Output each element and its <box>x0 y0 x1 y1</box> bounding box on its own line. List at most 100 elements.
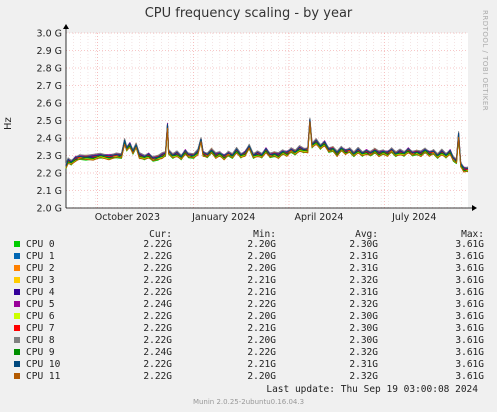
legend-series-name: CPU 0 <box>26 239 55 250</box>
legend-series-name: CPU 4 <box>26 287 55 298</box>
legend-max-value: 3.61G <box>455 347 484 358</box>
legend-max-value: 3.61G <box>455 299 484 310</box>
y-tick-label: 2.1 G <box>37 186 63 197</box>
legend-avg-value: 2.31G <box>349 263 378 274</box>
legend-row: CPU 9 2.24G 2.22G 2.32G 3.61G <box>0 347 497 359</box>
legend-avg-value: 2.32G <box>349 275 378 286</box>
legend-swatch <box>14 289 20 295</box>
legend-cur-value: 2.22G <box>143 323 172 334</box>
legend-swatch <box>14 241 20 247</box>
legend-max-value: 3.61G <box>455 311 484 322</box>
legend-avg-value: 2.32G <box>349 347 378 358</box>
legend-min-value: 2.20G <box>247 335 276 346</box>
legend-series-name: CPU 8 <box>26 335 55 346</box>
legend-avg-value: 2.32G <box>349 299 378 310</box>
x-tick-label: July 2024 <box>391 212 436 223</box>
legend-cur-value: 2.22G <box>143 359 172 370</box>
legend-series-name: CPU 7 <box>26 323 55 334</box>
y-tick-label: 2.3 G <box>37 151 63 162</box>
legend-max-value: 3.61G <box>455 275 484 286</box>
legend-avg-value: 2.31G <box>349 359 378 370</box>
legend-row: CPU 1 2.22G 2.20G 2.31G 3.61G <box>0 251 497 263</box>
legend-series-name: CPU 1 <box>26 251 55 262</box>
last-update-label: Last update: <box>266 384 335 395</box>
legend-min-value: 2.21G <box>247 287 276 298</box>
legend-cur-value: 2.24G <box>143 347 172 358</box>
legend-min-value: 2.20G <box>247 311 276 322</box>
legend-cur-value: 2.22G <box>143 335 172 346</box>
y-tick-label: 3.0 G <box>37 29 63 40</box>
legend-min-value: 2.22G <box>247 299 276 310</box>
y-tick-label: 2.8 G <box>37 64 63 75</box>
x-axis-arrow <box>472 205 477 211</box>
y-tick-label: 2.5 G <box>37 116 63 127</box>
legend-swatch <box>14 313 20 319</box>
legend-swatch <box>14 265 20 271</box>
legend-max-value: 3.61G <box>455 335 484 346</box>
legend-max-value: 3.61G <box>455 287 484 298</box>
munin-graph: CPU frequency scaling - by year RRDTOOL … <box>0 0 497 412</box>
legend-row: CPU 11 2.22G 2.20G 2.32G 3.61G <box>0 371 497 383</box>
legend-max-value: 3.61G <box>455 323 484 334</box>
legend-min-value: 2.21G <box>247 359 276 370</box>
y-tick-label: 2.9 G <box>37 46 63 57</box>
legend-min-value: 2.20G <box>247 371 276 382</box>
legend-cur-value: 2.22G <box>143 239 172 250</box>
x-tick-label: January 2024 <box>191 212 255 223</box>
legend-cur-value: 2.24G <box>143 299 172 310</box>
last-update: Last update: Thu Sep 19 03:00:08 2024 <box>266 384 478 395</box>
legend-swatch <box>14 301 20 307</box>
legend-min-value: 2.22G <box>247 347 276 358</box>
legend-avg-value: 2.30G <box>349 239 378 250</box>
legend-avg-value: 2.30G <box>349 335 378 346</box>
legend-swatch <box>14 373 20 379</box>
legend-row: CPU 7 2.22G 2.21G 2.30G 3.61G <box>0 323 497 335</box>
legend-max-value: 3.61G <box>455 359 484 370</box>
legend-avg-value: 2.30G <box>349 311 378 322</box>
legend-swatch <box>14 337 20 343</box>
legend-avg-value: 2.31G <box>349 251 378 262</box>
legend-series-name: CPU 11 <box>26 371 61 382</box>
y-tick-label: 2.6 G <box>37 99 63 110</box>
legend-min-value: 2.21G <box>247 323 276 334</box>
legend-row: CPU 6 2.22G 2.20G 2.30G 3.61G <box>0 311 497 323</box>
y-axis-arrow <box>63 24 69 29</box>
legend-swatch <box>14 361 20 367</box>
legend-avg-value: 2.32G <box>349 371 378 382</box>
legend-series-name: CPU 10 <box>26 359 61 370</box>
legend-swatch <box>14 325 20 331</box>
y-tick-label: 2.7 G <box>37 81 63 92</box>
legend-max-value: 3.61G <box>455 263 484 274</box>
legend-swatch <box>14 253 20 259</box>
legend-min-value: 2.21G <box>247 275 276 286</box>
legend-row: CPU 10 2.22G 2.21G 2.31G 3.61G <box>0 359 497 371</box>
legend-max-value: 3.61G <box>455 251 484 262</box>
legend-min-value: 2.20G <box>247 239 276 250</box>
legend-row: CPU 4 2.22G 2.21G 2.31G 3.61G <box>0 287 497 299</box>
legend-min-value: 2.20G <box>247 263 276 274</box>
legend-cur-value: 2.22G <box>143 287 172 298</box>
x-tick-label: April 2024 <box>295 212 344 223</box>
y-tick-label: 2.2 G <box>37 169 63 180</box>
munin-version: Munin 2.0.25-2ubuntu0.16.04.3 <box>192 398 305 406</box>
legend-row: CPU 8 2.22G 2.20G 2.30G 3.61G <box>0 335 497 347</box>
last-update-value: Thu Sep 19 03:00:08 2024 <box>340 384 478 395</box>
legend-cur-value: 2.22G <box>143 263 172 274</box>
x-tick-label: October 2023 <box>95 212 160 223</box>
legend-row: CPU 2 2.22G 2.20G 2.31G 3.61G <box>0 263 497 275</box>
legend-row: CPU 0 2.22G 2.20G 2.30G 3.61G <box>0 239 497 251</box>
legend-cur-value: 2.22G <box>143 251 172 262</box>
legend-series-name: CPU 9 <box>26 347 55 358</box>
legend-max-value: 3.61G <box>455 239 484 250</box>
legend-cur-value: 2.22G <box>143 371 172 382</box>
legend-series-name: CPU 3 <box>26 275 55 286</box>
legend-avg-value: 2.31G <box>349 287 378 298</box>
legend-series-name: CPU 6 <box>26 311 55 322</box>
legend-cur-value: 2.22G <box>143 275 172 286</box>
legend-row: CPU 5 2.24G 2.22G 2.32G 3.61G <box>0 299 497 311</box>
legend-max-value: 3.61G <box>455 371 484 382</box>
legend-swatch <box>14 277 20 283</box>
legend-series-name: CPU 5 <box>26 299 55 310</box>
legend-row: CPU 3 2.22G 2.21G 2.32G 3.61G <box>0 275 497 287</box>
y-tick-label: 2.0 G <box>37 204 63 215</box>
